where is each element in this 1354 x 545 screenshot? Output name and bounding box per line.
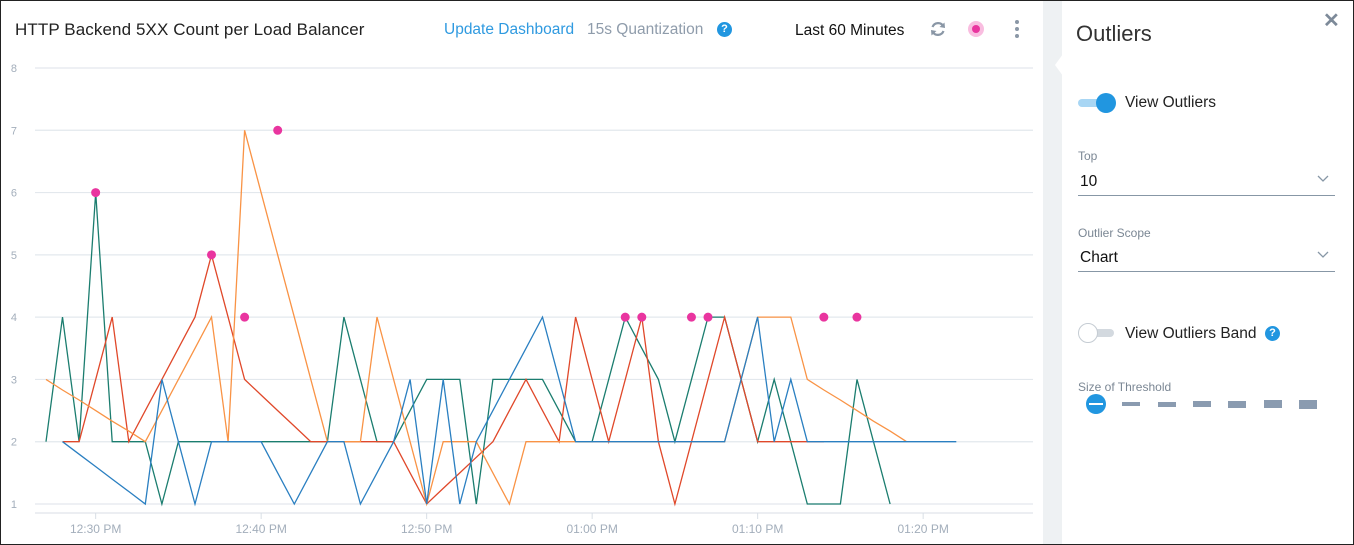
y-tick-label: 1 bbox=[11, 499, 17, 511]
top-label: Top bbox=[1078, 149, 1098, 163]
x-tick-label: 12:40 PM bbox=[235, 522, 286, 536]
close-icon[interactable]: ✕ bbox=[1323, 8, 1340, 33]
refresh-icon[interactable] bbox=[928, 19, 948, 39]
y-tick-label: 7 bbox=[11, 125, 17, 137]
outliers-panel bbox=[1062, 1, 1352, 544]
chart-title: HTTP Backend 5XX Count per Load Balancer bbox=[15, 20, 365, 39]
y-tick-label: 5 bbox=[11, 250, 17, 262]
y-tick-label: 6 bbox=[11, 188, 17, 200]
outlier-marker[interactable] bbox=[852, 312, 862, 322]
threshold-selector bbox=[1086, 394, 1326, 416]
toggle-knob bbox=[1096, 93, 1116, 113]
y-tick-label: 8 bbox=[11, 63, 17, 75]
quantization-label: 15s Quantization bbox=[587, 21, 704, 38]
x-tick-label: 01:20 PM bbox=[897, 522, 948, 536]
x-tick-label: 01:00 PM bbox=[566, 522, 617, 536]
x-tick-label: 12:50 PM bbox=[401, 522, 452, 536]
view-outliers-toggle[interactable] bbox=[1078, 93, 1116, 113]
outliers-panel-title: Outliers bbox=[1076, 21, 1152, 46]
outlier-marker[interactable] bbox=[207, 250, 216, 260]
chart-header: HTTP Backend 5XX Count per Load Balancer… bbox=[1, 1, 1043, 57]
outlier-scope-value: Chart bbox=[1080, 249, 1118, 266]
view-outliers-band-label: View Outliers Band bbox=[1125, 325, 1257, 342]
outlier-marker[interactable] bbox=[819, 312, 829, 322]
threshold-option[interactable] bbox=[1298, 399, 1317, 409]
outlier-scope-select[interactable]: Chart bbox=[1078, 245, 1335, 272]
time-range-selector[interactable]: Last 60 Minutes bbox=[795, 22, 904, 40]
outlier-marker[interactable] bbox=[91, 188, 101, 198]
outlier-marker[interactable] bbox=[240, 312, 250, 322]
line-chart[interactable]: 1 2 3 4 5 6 7 8 12:30 PM 12:40 PM 12:50 PM 01:00 PM… bbox=[1, 1, 1043, 544]
help-icon[interactable]: ? bbox=[717, 22, 732, 37]
x-tick-label: 01:10 PM bbox=[732, 522, 783, 536]
outlier-marker[interactable] bbox=[273, 125, 283, 135]
x-tick-label: 12:30 PM bbox=[70, 522, 121, 536]
outlier-marker[interactable] bbox=[620, 312, 630, 322]
help-icon[interactable]: ? bbox=[1265, 326, 1280, 341]
update-dashboard-link[interactable]: Update Dashboard bbox=[444, 21, 574, 39]
y-tick-label: 4 bbox=[11, 312, 17, 324]
top-value: 10 bbox=[1080, 173, 1098, 190]
y-tick-label: 2 bbox=[11, 437, 17, 449]
outlier-marker[interactable] bbox=[637, 312, 647, 322]
toggle-knob bbox=[1078, 323, 1098, 343]
chevron-down-icon bbox=[1317, 175, 1329, 182]
chevron-down-icon bbox=[1317, 251, 1329, 258]
threshold-option[interactable] bbox=[1192, 401, 1211, 407]
threshold-option[interactable] bbox=[1263, 400, 1282, 408]
kebab-menu-icon[interactable] bbox=[1009, 19, 1025, 41]
threshold-option[interactable] bbox=[1228, 400, 1247, 408]
outlier-scope-label: Outlier Scope bbox=[1078, 226, 1151, 240]
view-outliers-band-toggle[interactable] bbox=[1078, 323, 1114, 343]
threshold-option[interactable] bbox=[1086, 394, 1106, 414]
series-line-teal[interactable] bbox=[45, 192, 891, 507]
outlier-indicator-icon[interactable] bbox=[968, 21, 984, 37]
chart-panel: 1 2 3 4 5 6 7 8 12:30 PM 12:40 PM 12:50 PM 01:00 PM… bbox=[1, 1, 1043, 544]
threshold-option[interactable] bbox=[1122, 402, 1141, 406]
y-tick-label: 3 bbox=[11, 374, 17, 386]
outlier-marker[interactable] bbox=[686, 312, 696, 322]
outlier-marker[interactable] bbox=[703, 312, 713, 322]
panel-divider bbox=[1043, 1, 1062, 544]
threshold-option[interactable] bbox=[1157, 401, 1176, 407]
view-outliers-label: View Outliers bbox=[1125, 94, 1217, 111]
threshold-label: Size of Threshold bbox=[1078, 380, 1172, 394]
top-select[interactable]: 10 bbox=[1078, 169, 1335, 196]
